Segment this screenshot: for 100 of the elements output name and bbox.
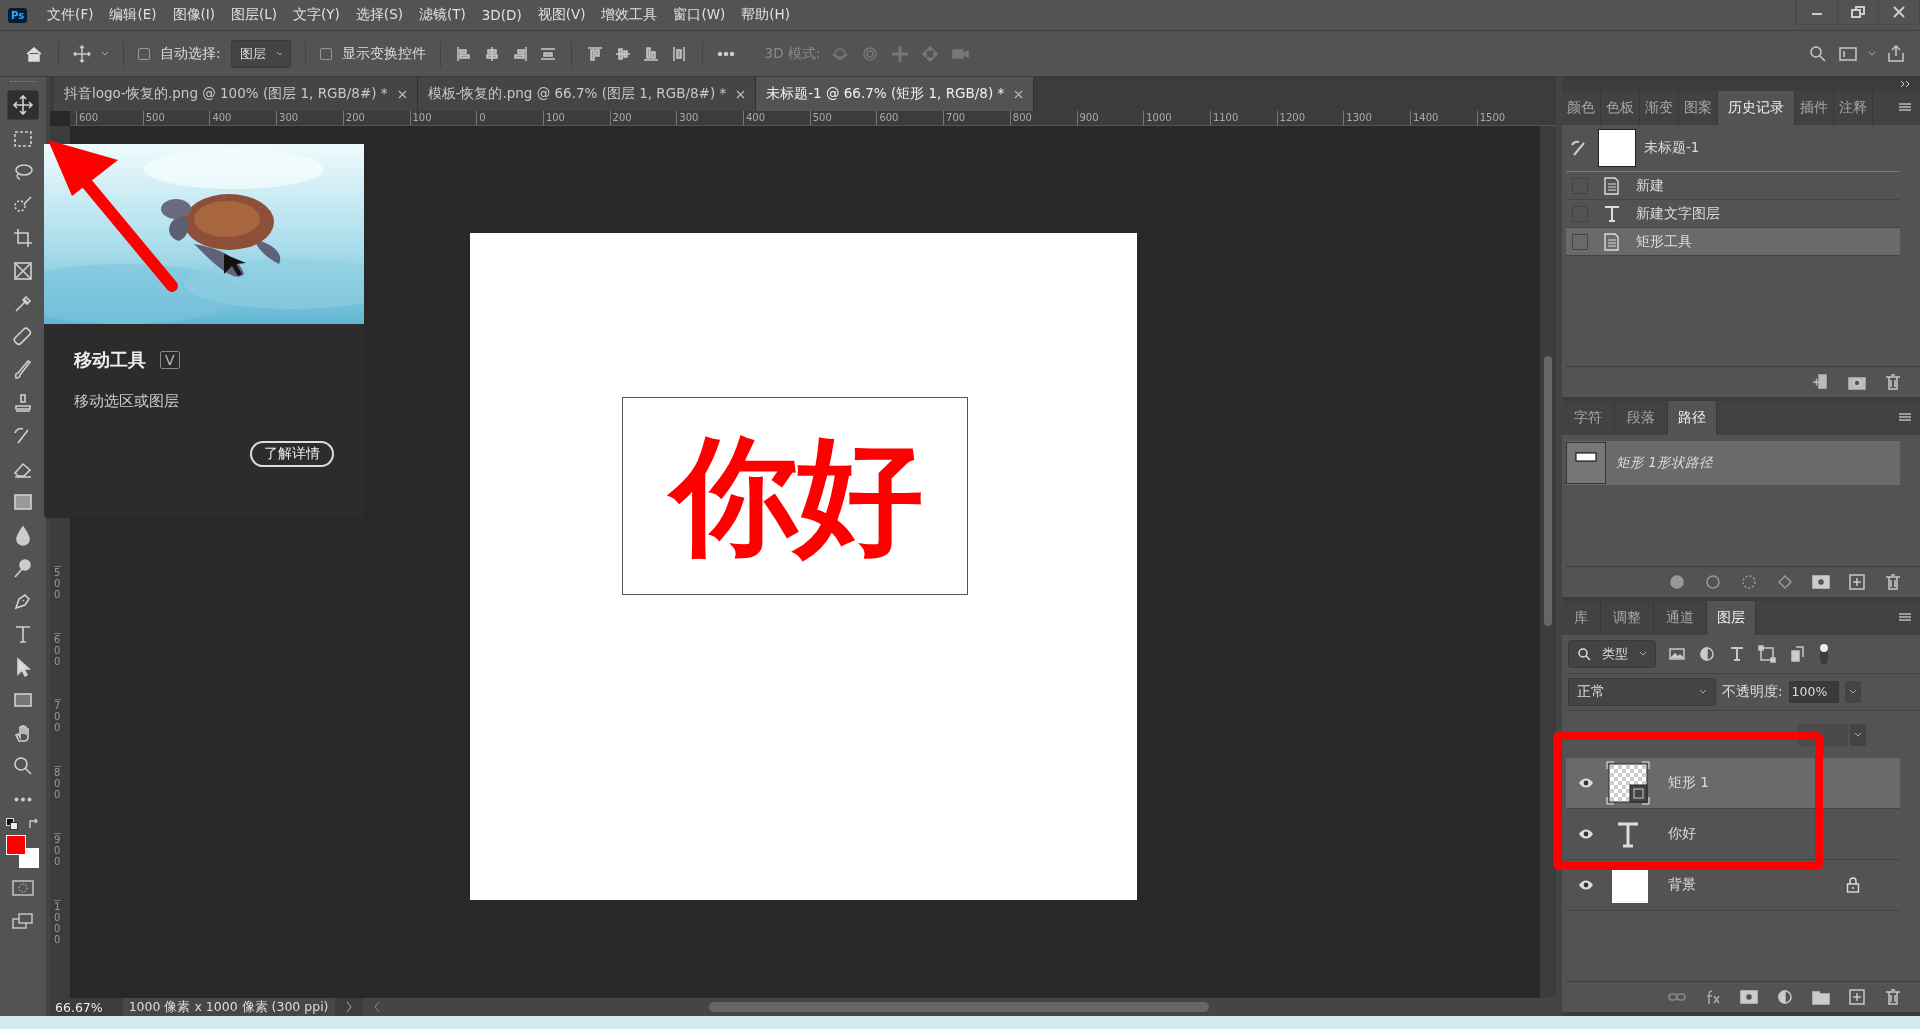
close-icon[interactable] [397, 89, 407, 99]
visibility-icon[interactable] [1578, 777, 1594, 789]
vertical-scrollbar[interactable] [1540, 126, 1556, 998]
folder-icon[interactable] [1812, 988, 1830, 1006]
menu-item[interactable]: 滤镜(T) [410, 6, 474, 24]
panel-tab[interactable]: 历史记录 [1718, 91, 1795, 125]
foreground-color-swatch[interactable] [6, 835, 26, 855]
swap-colors-icon[interactable] [28, 818, 40, 830]
layer-row[interactable]: 你好 [1566, 809, 1900, 860]
restore-icon[interactable] [1850, 5, 1866, 19]
workspace-icon[interactable] [1838, 44, 1858, 63]
layer-dropdown[interactable]: 图层 [230, 39, 291, 68]
menu-item[interactable]: 窗口(W) [665, 6, 734, 24]
menu-item[interactable]: 增效工具 [593, 6, 666, 24]
layer-filter-dropdown[interactable]: 类型 [1568, 640, 1656, 668]
panel-tab[interactable]: 库 [1562, 601, 1601, 635]
delete-icon[interactable] [1884, 573, 1902, 591]
adjustment-layer-icon[interactable] [1776, 988, 1794, 1006]
new-path-icon[interactable] [1848, 573, 1866, 591]
image-filter-icon[interactable] [1668, 645, 1686, 663]
document-tab[interactable]: 模板-恢复的.png @ 66.7% (图层 1, RGB/8#) * [417, 77, 757, 111]
move-icon[interactable] [73, 44, 91, 63]
mask-icon[interactable] [1812, 573, 1830, 591]
selection-icon[interactable] [1740, 573, 1758, 591]
zoom-level[interactable]: 66.67% [50, 999, 113, 1015]
home-icon[interactable] [24, 44, 44, 63]
blend-mode-dropdown[interactable]: 正常 [1568, 678, 1716, 706]
panel-tab[interactable]: 字符 [1562, 401, 1615, 435]
document-info[interactable]: 1000 像素 x 1000 像素 (300 ppi) [122, 998, 335, 1016]
filter-toggle[interactable] [1818, 642, 1830, 666]
align-top-icon[interactable] [585, 44, 604, 63]
layer-row[interactable]: 背景 [1566, 860, 1900, 911]
document-tab[interactable]: 未标题-1 @ 66.7% (矩形 1, RGB/8) * [756, 77, 1035, 111]
menu-item[interactable]: 图像(I) [164, 6, 223, 24]
panel-tab[interactable]: 注释 [1834, 91, 1873, 125]
menu-item[interactable]: 编辑(E) [101, 6, 165, 24]
panel-tab[interactable]: 颜色 [1562, 91, 1601, 125]
fx-icon[interactable] [1704, 988, 1722, 1006]
caret-icon[interactable] [101, 50, 109, 57]
checkbox[interactable] [138, 47, 150, 60]
close-icon[interactable] [1014, 89, 1024, 99]
horizontal-scrollbar[interactable] [362, 998, 1556, 1016]
panel-tab[interactable]: 调整 [1601, 601, 1654, 635]
history-item[interactable]: 新建 [1566, 172, 1900, 200]
caret-icon [1848, 689, 1857, 695]
work-path-icon[interactable] [1776, 573, 1794, 591]
checkbox[interactable] [319, 47, 332, 60]
stroke-path-icon[interactable] [1704, 573, 1722, 591]
collapse-icon[interactable] [1900, 80, 1912, 88]
document-tab[interactable]: 抖音logo-恢复的.png @ 100% (图层 1, RGB/8#) * [54, 77, 418, 111]
lasso-icon [12, 161, 34, 183]
learn-more-button[interactable]: 了解详情 [250, 441, 334, 467]
tool-button[interactable] [7, 90, 39, 120]
default-colors-icon[interactable] [6, 818, 18, 830]
ruler-label: 300 [676, 111, 699, 125]
layer-row[interactable]: 矩形 1 [1566, 758, 1900, 809]
panel-tab[interactable]: 图层 [1707, 601, 1756, 635]
adjustment-filter-icon[interactable] [1698, 645, 1716, 663]
new-layer-icon[interactable] [1848, 988, 1866, 1006]
delete-icon[interactable] [1884, 373, 1902, 391]
type-filter-icon[interactable] [1728, 645, 1746, 663]
align-left-icon[interactable] [454, 44, 473, 63]
mask-icon[interactable] [1740, 988, 1758, 1006]
chevron-right-icon[interactable] [344, 1001, 353, 1013]
panel-menu-icon[interactable] [1898, 612, 1912, 624]
ruler-label: 700 [943, 111, 966, 125]
menu-item[interactable]: 帮助(H) [733, 6, 799, 24]
menu-item[interactable]: 选择(S) [347, 6, 411, 24]
search-icon[interactable] [1808, 44, 1828, 63]
shape-filter-icon[interactable] [1758, 645, 1776, 663]
close-icon[interactable] [1892, 5, 1906, 19]
visibility-icon[interactable] [1578, 879, 1594, 891]
smart-object-filter-icon[interactable] [1788, 645, 1806, 663]
menu-item[interactable]: 文字(Y) [285, 6, 348, 24]
snapshot-label[interactable]: 未标题-1 [1644, 139, 1700, 157]
panel-menu-icon[interactable] [1898, 412, 1912, 424]
menu-item[interactable]: 文件(F) [39, 6, 102, 24]
panel-tab[interactable]: 路径 [1668, 401, 1717, 435]
panel-menu-icon[interactable] [1898, 102, 1912, 114]
new-document-icon[interactable] [1812, 373, 1830, 391]
close-icon[interactable] [736, 89, 746, 99]
menu-item[interactable]: 图层(L) [223, 6, 286, 24]
menu-item[interactable]: 3D(D) [473, 7, 530, 23]
panel-tab[interactable]: 渐变 [1640, 91, 1679, 125]
panel-tab[interactable]: 插件 [1795, 91, 1834, 125]
menu-item[interactable]: 视图(V) [529, 6, 594, 24]
align-bottom-icon[interactable] [641, 44, 660, 63]
shape-thumbnail-icon [1606, 761, 1650, 805]
panel-tab[interactable]: 色板 [1601, 91, 1640, 125]
visibility-icon[interactable] [1578, 828, 1594, 840]
fill-path-icon[interactable] [1668, 573, 1686, 591]
history-item[interactable]: 矩形工具 [1566, 228, 1900, 256]
delete-icon[interactable] [1884, 988, 1902, 1006]
lock-icon[interactable] [1846, 877, 1860, 893]
opacity-field[interactable]: 100% [1788, 681, 1839, 703]
caret-icon[interactable] [1868, 50, 1876, 57]
share-icon[interactable] [1886, 44, 1906, 63]
path-item[interactable]: 矩形 1形状路径 [1566, 441, 1900, 485]
ruler-label: 200 [342, 111, 365, 125]
chevron-left-icon[interactable] [372, 1001, 381, 1013]
